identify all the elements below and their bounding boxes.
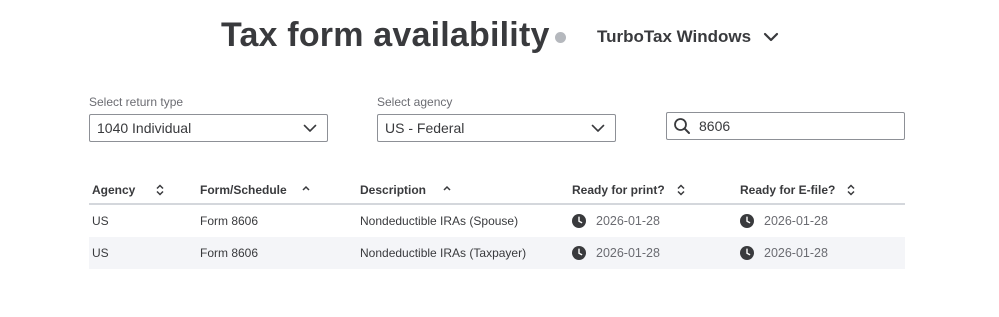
column-header-description[interactable]: Description — [360, 176, 470, 203]
cell-print-ready: 2026-01-28 — [572, 205, 660, 237]
sort-both-icon — [846, 183, 856, 196]
agency-value: US - Federal — [385, 120, 465, 136]
clock-icon — [740, 214, 754, 228]
chevron-down-icon — [303, 121, 317, 135]
column-label: Agency — [92, 182, 136, 197]
cell-print-ready: 2026-01-28 — [572, 237, 660, 269]
cell-agency: US — [92, 214, 109, 228]
chevron-down-icon — [591, 121, 605, 135]
search-field[interactable] — [666, 112, 905, 140]
cell-efile-ready: 2026-01-28 — [740, 237, 828, 269]
cell-form: Form 8606 — [200, 246, 259, 260]
forms-table: Agency Form/Schedule Description Ready f… — [89, 176, 905, 269]
table-row: US Form 8606 Nondeductible IRAs (Taxpaye… — [89, 237, 905, 269]
agency-label: Select agency — [377, 95, 453, 109]
agency-select[interactable]: US - Federal — [377, 114, 616, 142]
page-title: Tax form availability — [221, 16, 550, 54]
sort-both-icon — [676, 183, 686, 196]
return-type-value: 1040 Individual — [97, 120, 192, 136]
column-label: Ready for E-file? — [740, 182, 836, 197]
table-row: US Form 8606 Nondeductible IRAs (Spouse)… — [89, 205, 905, 237]
agency-filter: Select agency US - Federal — [377, 94, 616, 142]
product-selector[interactable]: TurboTax Windows — [597, 24, 779, 50]
column-label: Description — [360, 182, 427, 197]
chevron-down-icon — [763, 29, 779, 45]
sort-ascending-icon — [442, 184, 452, 196]
page-header: Tax form availability TurboTax Windows — [0, 14, 999, 62]
column-label: Form/Schedule — [200, 182, 287, 197]
search-input[interactable] — [699, 118, 889, 134]
efile-date: 2026-01-28 — [764, 246, 828, 260]
cell-agency: US — [92, 246, 109, 260]
separator-dot — [555, 32, 566, 43]
clock-icon — [572, 246, 586, 260]
cell-efile-ready: 2026-01-28 — [740, 205, 828, 237]
column-header-efile[interactable]: Ready for E-file? — [740, 176, 870, 203]
sort-both-icon — [155, 183, 165, 196]
column-header-agency[interactable]: Agency — [92, 176, 172, 203]
table-header: Agency Form/Schedule Description Ready f… — [89, 176, 905, 205]
cell-form: Form 8606 — [200, 214, 259, 228]
column-label: Ready for print? — [572, 182, 665, 197]
return-type-filter: Select return type 1040 Individual — [89, 94, 328, 142]
cell-description: Nondeductible IRAs (Taxpayer) — [360, 246, 527, 260]
efile-date: 2026-01-28 — [764, 214, 828, 228]
clock-icon — [740, 246, 754, 260]
clock-icon — [572, 214, 586, 228]
print-date: 2026-01-28 — [596, 246, 660, 260]
column-header-form[interactable]: Form/Schedule — [200, 176, 320, 203]
sort-ascending-icon — [301, 184, 311, 196]
return-type-select[interactable]: 1040 Individual — [89, 114, 328, 142]
search-icon — [673, 117, 691, 135]
print-date: 2026-01-28 — [596, 214, 660, 228]
cell-description: Nondeductible IRAs (Spouse) — [360, 214, 519, 228]
return-type-label: Select return type — [89, 95, 184, 109]
product-selector-label: TurboTax Windows — [597, 27, 752, 46]
column-header-print[interactable]: Ready for print? — [572, 176, 702, 203]
